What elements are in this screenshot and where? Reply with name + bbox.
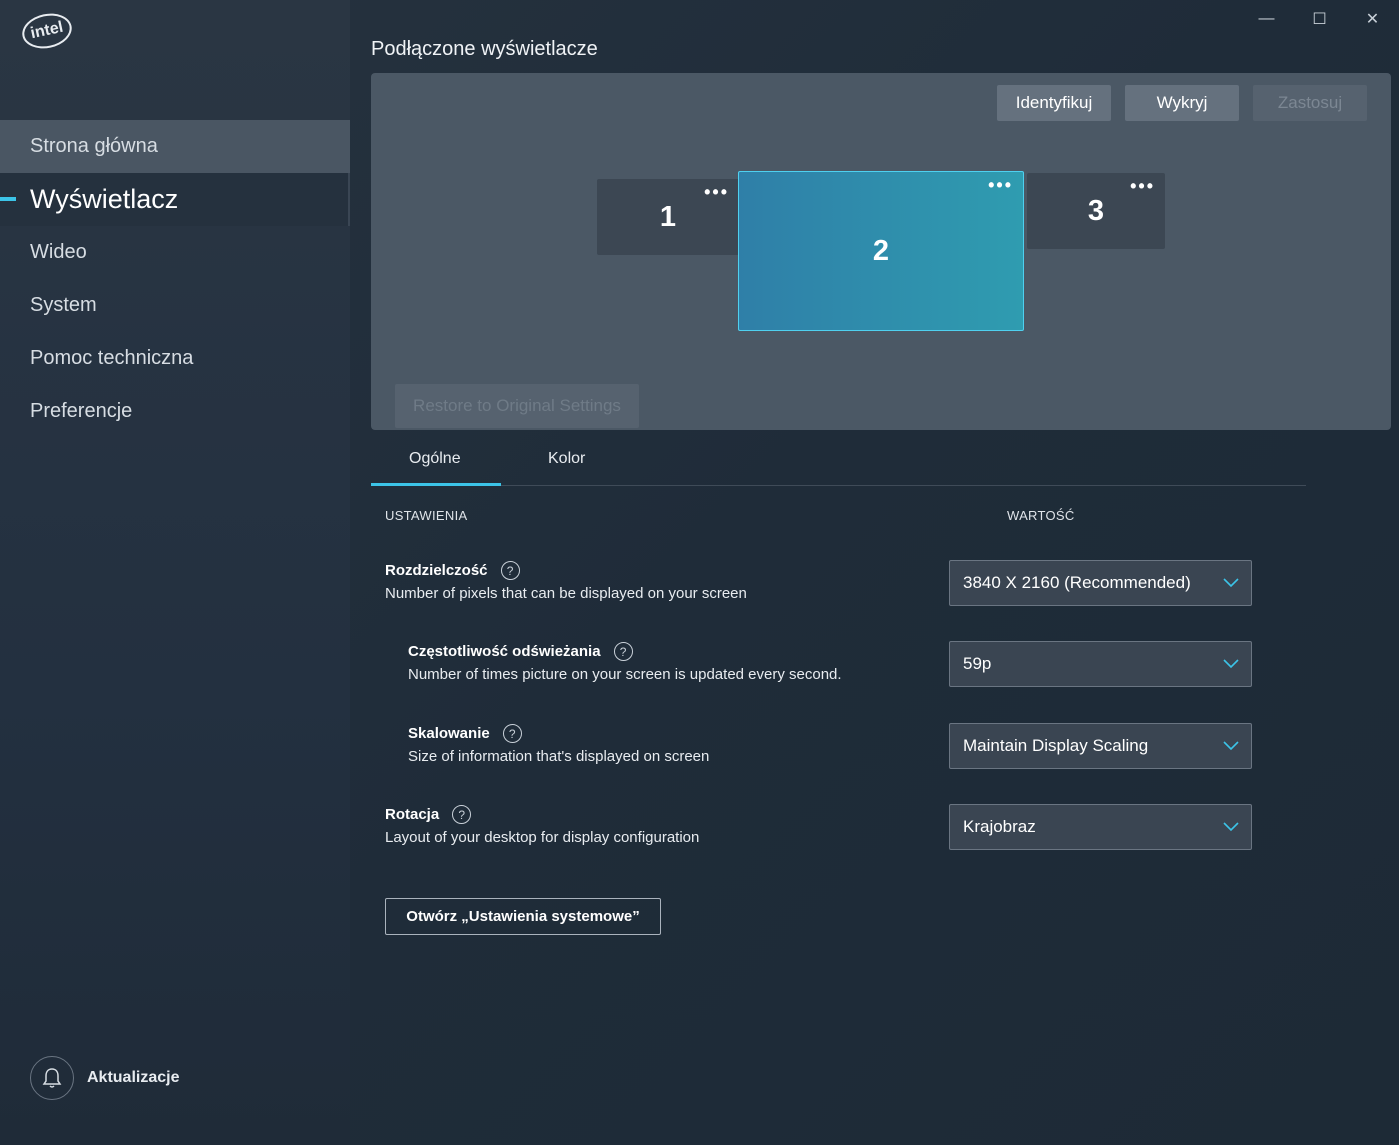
setting-title: Skalowanie xyxy=(408,725,490,742)
monitor-1[interactable]: 1 ••• xyxy=(597,179,739,255)
restore-settings-button[interactable]: Restore to Original Settings xyxy=(395,384,639,428)
settings-column-header: USTAWIENIA xyxy=(385,508,468,523)
sidebar-nav: Strona główna Wyświetlacz Wideo System P… xyxy=(0,120,350,438)
setting-refresh-rate: Częstotliwość odświeżania ? Number of ti… xyxy=(408,642,842,683)
scaling-dropdown[interactable]: Maintain Display Scaling xyxy=(949,723,1252,769)
identify-button[interactable]: Identyfikuj xyxy=(997,85,1111,121)
bell-icon xyxy=(30,1056,74,1100)
rotation-dropdown[interactable]: Krajobraz xyxy=(949,804,1252,850)
more-icon[interactable]: ••• xyxy=(988,176,1013,194)
help-icon[interactable]: ? xyxy=(500,561,520,580)
updates-button[interactable]: Aktualizacje xyxy=(30,1056,179,1100)
sidebar: intel Strona główna Wyświetlacz Wideo Sy… xyxy=(0,0,350,1145)
setting-scaling: Skalowanie ? Size of information that's … xyxy=(408,724,709,765)
value-column-header: WARTOŚĆ xyxy=(1007,508,1075,523)
sidebar-item-system[interactable]: System xyxy=(0,279,350,332)
sidebar-item-home[interactable]: Strona główna xyxy=(0,120,350,173)
more-icon[interactable]: ••• xyxy=(1130,177,1155,195)
dropdown-value: Krajobraz xyxy=(963,817,1036,836)
window-controls: — ☐ ✕ xyxy=(1240,0,1399,38)
sidebar-item-video[interactable]: Wideo xyxy=(0,226,350,279)
setting-resolution: Rozdzielczość ? Number of pixels that ca… xyxy=(385,561,747,602)
close-button[interactable]: ✕ xyxy=(1346,0,1399,38)
tab-color[interactable]: Kolor xyxy=(548,450,585,468)
setting-title: Rotacja xyxy=(385,806,440,823)
tab-general[interactable]: Ogólne xyxy=(409,450,461,468)
updates-label: Aktualizacje xyxy=(87,1069,180,1086)
page-title: Podłączone wyświetlacze xyxy=(371,38,598,60)
intel-logo: intel xyxy=(19,9,75,53)
dropdown-value: 3840 X 2160 (Recommended) xyxy=(963,573,1191,592)
dropdown-value: 59p xyxy=(963,654,992,673)
display-arrangement-panel: Identyfikuj Wykryj Zastosuj 1 ••• 3 ••• … xyxy=(371,73,1391,430)
setting-title: Częstotliwość odświeżania xyxy=(408,643,601,660)
setting-title: Rozdzielczość xyxy=(385,562,488,579)
active-tab-indicator xyxy=(371,483,501,486)
sidebar-item-support[interactable]: Pomoc techniczna xyxy=(0,332,350,385)
detect-button[interactable]: Wykryj xyxy=(1125,85,1239,121)
maximize-button[interactable]: ☐ xyxy=(1293,0,1346,38)
open-system-settings-button[interactable]: Otwórz „Ustawienia systemowe” xyxy=(385,898,661,935)
setting-description: Number of times picture on your screen i… xyxy=(408,666,842,683)
more-icon[interactable]: ••• xyxy=(704,183,729,201)
minimize-button[interactable]: — xyxy=(1240,0,1293,38)
sidebar-item-display[interactable]: Wyświetlacz xyxy=(0,173,350,226)
setting-description: Size of information that's displayed on … xyxy=(408,748,710,765)
setting-rotation: Rotacja ? Layout of your desktop for dis… xyxy=(385,805,699,846)
monitor-number: 2 xyxy=(872,234,890,267)
chevron-down-icon xyxy=(1223,822,1239,832)
help-icon[interactable]: ? xyxy=(613,642,633,661)
chevron-down-icon xyxy=(1223,659,1239,669)
chevron-down-icon xyxy=(1223,741,1239,751)
chevron-down-icon xyxy=(1223,578,1239,588)
resolution-dropdown[interactable]: 3840 X 2160 (Recommended) xyxy=(949,560,1252,606)
setting-description: Layout of your desktop for display confi… xyxy=(385,829,700,846)
monitor-2[interactable]: 2 ••• xyxy=(738,171,1024,331)
dropdown-value: Maintain Display Scaling xyxy=(963,736,1149,755)
apply-button[interactable]: Zastosuj xyxy=(1253,85,1367,121)
monitor-number: 1 xyxy=(659,200,677,233)
help-icon[interactable]: ? xyxy=(452,805,472,824)
settings-tabs: Ogólne Kolor xyxy=(371,440,1306,486)
refresh-rate-dropdown[interactable]: 59p xyxy=(949,641,1252,687)
monitor-number: 3 xyxy=(1087,194,1105,227)
monitor-3[interactable]: 3 ••• xyxy=(1027,173,1165,249)
sidebar-item-preferences[interactable]: Preferencje xyxy=(0,385,350,438)
help-icon[interactable]: ? xyxy=(502,724,522,743)
setting-description: Number of pixels that can be displayed o… xyxy=(385,585,747,602)
